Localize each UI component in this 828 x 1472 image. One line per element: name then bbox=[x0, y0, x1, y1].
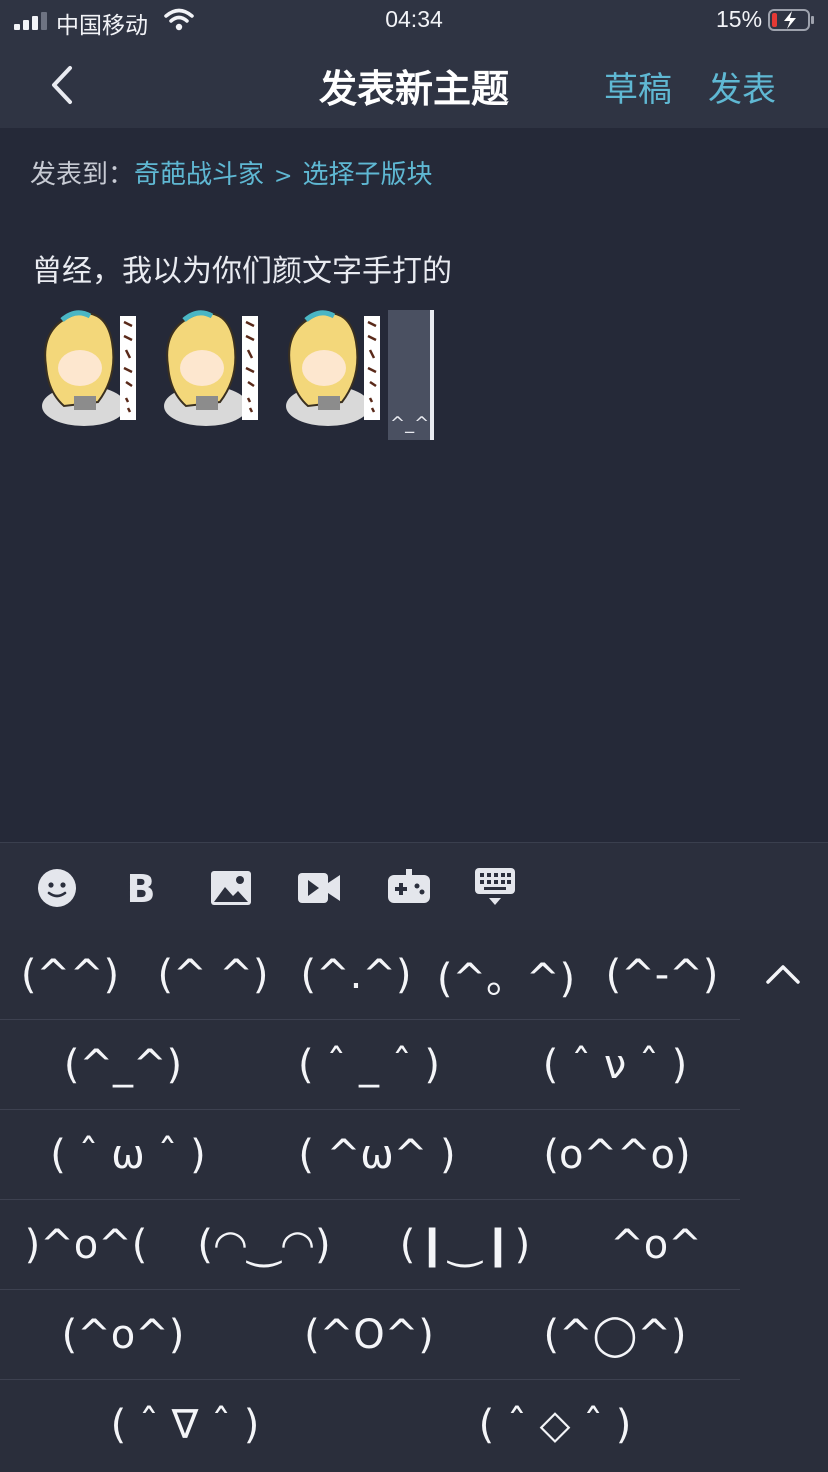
publish-button[interactable]: 发表 bbox=[708, 62, 776, 111]
forum-link[interactable]: 奇葩战斗家 bbox=[134, 160, 264, 190]
emoticon-key[interactable]: (^o^) bbox=[0, 1290, 246, 1380]
emoticon-grid: (^^) (^ ^) (^.^) (^。^) (^-^) (^_^) ( ˆ _… bbox=[0, 930, 740, 1472]
emoticon-row: (^_^) ( ˆ _ ˆ ) ( ˆ ν ˆ ) bbox=[0, 1020, 740, 1110]
status-bar: 中国移动 04:34 15% bbox=[0, 0, 828, 42]
bold-icon[interactable]: B bbox=[118, 865, 164, 911]
emoticon-key[interactable]: (^◯^) bbox=[492, 1290, 738, 1380]
emoticon-key[interactable]: (^O^) bbox=[246, 1290, 492, 1380]
collapse-button[interactable] bbox=[748, 944, 818, 1004]
chevron-up-icon bbox=[766, 965, 800, 984]
post-body-text[interactable]: 曾经，我以为你们颜文字手打的 bbox=[32, 246, 452, 290]
emoticon-key[interactable]: ( ^ω^ ) bbox=[246, 1110, 508, 1200]
inserted-emoticon: ^_^ bbox=[390, 413, 430, 434]
sticker-image[interactable] bbox=[36, 306, 142, 434]
emoticon-key[interactable]: ( ˆ _ ˆ ) bbox=[246, 1020, 492, 1110]
clock: 04:34 bbox=[385, 6, 443, 32]
battery-charging-icon bbox=[768, 9, 814, 31]
emoticon-key[interactable]: (o^^o) bbox=[492, 1110, 742, 1200]
emoji-icon[interactable] bbox=[34, 865, 80, 911]
emoticon-row: ( ˆ ∇ ˆ ) ( ˆ ◇ ˆ ) bbox=[0, 1380, 740, 1470]
emoticon-row: ( ˆ ω ˆ ) ( ^ω^ ) (o^^o) bbox=[0, 1110, 740, 1200]
emoticon-key[interactable]: (^.^) bbox=[292, 930, 420, 1020]
emoticon-row: (^o^) (^O^) (^◯^) bbox=[0, 1290, 740, 1380]
editor-toolbar: B bbox=[0, 842, 828, 930]
post-to-label: 发表到： bbox=[30, 160, 135, 190]
caret bbox=[430, 310, 434, 440]
post-destination: 发表到：奇葩战斗家 > 选择子版块 bbox=[30, 154, 432, 191]
emoticon-row: (^^) (^ ^) (^.^) (^。^) (^-^) bbox=[0, 930, 740, 1020]
emoticon-key[interactable]: ( ˆ ω ˆ ) bbox=[0, 1110, 256, 1200]
emoticon-row: )^o^( (◠‿◠) (❙‿❙) ^o^ bbox=[0, 1200, 740, 1290]
emoticon-keyboard: (^^) (^ ^) (^.^) (^。^) (^-^) (^_^) ( ˆ _… bbox=[0, 930, 828, 1472]
emoticon-key[interactable]: (^_^) bbox=[0, 1020, 246, 1110]
emoticon-key[interactable]: (^^) bbox=[10, 930, 130, 1020]
page-title: 发表新主题 bbox=[318, 67, 509, 111]
emoticon-key[interactable]: (^-^) bbox=[592, 930, 732, 1020]
sub-board-selector[interactable]: 选择子版块 bbox=[302, 160, 432, 190]
nav-bar: 发表新主题 草稿 发表 bbox=[0, 42, 828, 128]
svg-text:B: B bbox=[127, 867, 156, 911]
emoticon-key[interactable]: (^。^) bbox=[436, 930, 576, 1020]
keyboard-icon[interactable] bbox=[472, 865, 518, 911]
emoticon-key[interactable]: (^ ^) bbox=[150, 930, 276, 1020]
sticker-image[interactable] bbox=[280, 306, 386, 434]
emoticon-key[interactable]: ( ˆ ◇ ˆ ) bbox=[370, 1380, 740, 1470]
emoticon-key[interactable]: (◠‿◠) bbox=[180, 1200, 348, 1290]
draft-button[interactable]: 草稿 bbox=[604, 62, 672, 111]
chevron-right-icon: > bbox=[274, 164, 293, 189]
image-icon[interactable] bbox=[208, 865, 254, 911]
emoticon-key[interactable]: ( ˆ ∇ ˆ ) bbox=[0, 1380, 370, 1470]
battery-percent: 15% bbox=[716, 6, 763, 32]
video-icon[interactable] bbox=[296, 865, 342, 911]
text-cursor-selection: ^_^ bbox=[388, 310, 434, 440]
emoticon-key[interactable]: ^o^ bbox=[580, 1200, 732, 1290]
sticker-image[interactable] bbox=[158, 306, 264, 434]
game-icon[interactable] bbox=[386, 865, 432, 911]
emoticon-key[interactable]: )^o^( bbox=[0, 1200, 172, 1290]
emoticon-key[interactable]: ( ˆ ν ˆ ) bbox=[492, 1020, 738, 1110]
emoticon-key[interactable]: (❙‿❙) bbox=[384, 1200, 546, 1290]
